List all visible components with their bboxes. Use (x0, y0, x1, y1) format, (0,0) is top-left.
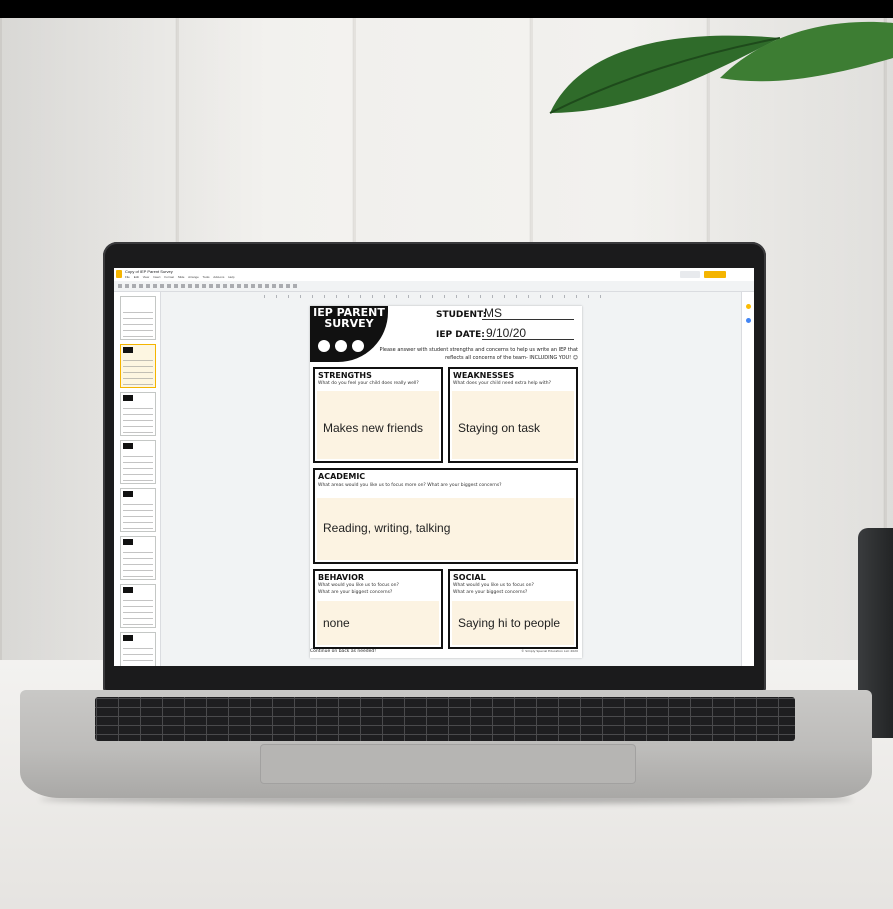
social-question-1: What would you like us to focus on? (453, 583, 534, 588)
strengths-question: What do you feel your child does really … (318, 381, 419, 386)
weaknesses-question: What does your child need extra help wit… (453, 381, 551, 386)
iep-date-label: IEP DATE: (436, 330, 485, 340)
keep-icon[interactable] (746, 304, 751, 309)
behavior-question-2: What are your biggest concerns? (318, 590, 393, 595)
behavior-box: BEHAVIOR What would you like us to focus… (313, 569, 443, 649)
academic-title: ACADEMIC (318, 472, 366, 481)
slide-thumbnail[interactable] (120, 488, 156, 532)
weaknesses-box: WEAKNESSES What does your child need ext… (448, 367, 578, 463)
toolbar (114, 281, 754, 292)
strengths-title: STRENGTHS (318, 371, 372, 380)
weaknesses-title: WEAKNESSES (453, 371, 515, 380)
social-answer: Saying hi to people (458, 616, 561, 630)
behavior-question-1: What would you like us to focus on? (318, 583, 399, 588)
menu-item-addons[interactable]: Add-ons (213, 275, 224, 279)
ruler (264, 295, 604, 298)
slide-iep-parent-survey[interactable]: IEP PARENT SURVEY STUDENT: MS IEP DATE: … (310, 306, 582, 658)
social-title: SOCIAL (453, 573, 486, 582)
menu-item-insert[interactable]: Insert (153, 275, 161, 279)
slide-thumbnail[interactable] (120, 584, 156, 628)
weaknesses-answer-field[interactable]: Staying on task (452, 391, 574, 459)
academic-answer: Reading, writing, talking (323, 521, 451, 535)
social-question-2: What are your biggest concerns? (453, 590, 528, 595)
academic-box: ACADEMIC What areas would you like us to… (313, 468, 578, 564)
badge-dots (318, 337, 369, 356)
document-title[interactable]: Copy of IEP Parent Survey (125, 269, 173, 274)
tasks-icon[interactable] (746, 318, 751, 323)
social-box: SOCIAL What would you like us to focus o… (448, 569, 578, 649)
slide-thumbnail[interactable] (120, 296, 156, 340)
laptop-screen: Copy of IEP Parent Survey File Edit View… (114, 268, 754, 666)
slide-thumbnail-selected[interactable] (120, 344, 156, 388)
present-button[interactable] (704, 271, 726, 278)
strengths-answer: Makes new friends (323, 421, 424, 435)
badge-title: IEP PARENT SURVEY (313, 306, 385, 330)
slides-logo-icon[interactable] (116, 270, 122, 278)
copyright-note: © Simply Special Education LLC 2020 (521, 649, 578, 653)
iep-date-underline (482, 339, 574, 340)
slide-filmstrip (114, 292, 161, 666)
menu-item-help[interactable]: Help (228, 275, 234, 279)
behavior-answer: none (323, 616, 350, 630)
behavior-answer-field[interactable]: none (317, 601, 439, 645)
share-button[interactable] (680, 271, 700, 278)
side-panel-rail (741, 292, 754, 666)
keyboard (95, 697, 795, 741)
menu-item-file[interactable]: File (125, 275, 130, 279)
plant-leaves (549, 21, 893, 114)
menu-item-edit[interactable]: Edit (134, 275, 139, 279)
behavior-title: BEHAVIOR (318, 573, 365, 582)
student-underline (482, 319, 574, 320)
menu-item-tools[interactable]: Tools (203, 275, 210, 279)
slide-thumbnail[interactable] (120, 536, 156, 580)
weaknesses-answer: Staying on task (458, 421, 541, 435)
menu-item-arrange[interactable]: Arrange (188, 275, 199, 279)
menu-item-format[interactable]: Format (164, 275, 174, 279)
menu-item-view[interactable]: View (143, 275, 149, 279)
footer-note: Continue on back as needed! (310, 649, 377, 654)
academic-question: What areas would you like us to focus mo… (318, 483, 502, 488)
slide-thumbnail[interactable] (120, 632, 156, 666)
app-title-row: Copy of IEP Parent Survey File Edit View… (114, 268, 754, 281)
strengths-answer-field[interactable]: Makes new friends (317, 391, 439, 459)
student-value[interactable]: MS (484, 306, 502, 320)
student-label: STUDENT: (436, 310, 487, 320)
intro-text: Please answer with student strengths and… (379, 347, 579, 361)
trackpad[interactable] (260, 744, 636, 784)
menu-bar: File Edit View Insert Format Slide Arran… (125, 275, 237, 279)
social-answer-field[interactable]: Saying hi to people (452, 601, 574, 645)
top-black-bar (0, 0, 893, 18)
slide-thumbnail[interactable] (120, 392, 156, 436)
academic-answer-field[interactable]: Reading, writing, talking (317, 498, 574, 560)
slide-thumbnail[interactable] (120, 440, 156, 484)
strengths-box: STRENGTHS What do you feel your child do… (313, 367, 443, 463)
iep-date-value[interactable]: 9/10/20 (486, 326, 526, 340)
toolbar-icons[interactable] (118, 284, 298, 288)
menu-item-slide[interactable]: Slide (178, 275, 185, 279)
